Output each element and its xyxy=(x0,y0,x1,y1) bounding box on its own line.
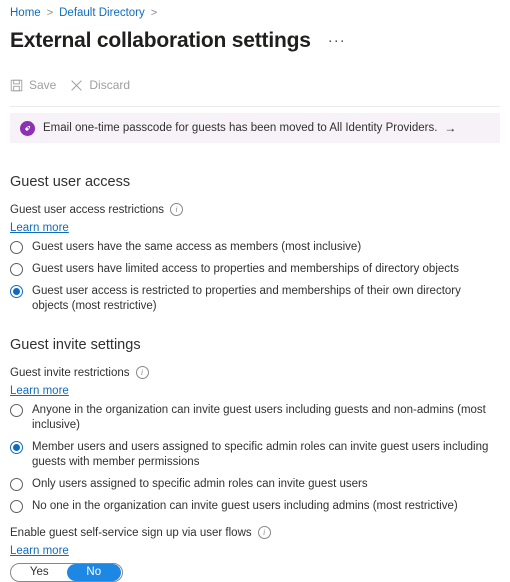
radio-icon-selected[interactable] xyxy=(10,441,23,454)
radio-option-guest-limited-access[interactable]: Guest users have limited access to prope… xyxy=(10,262,500,277)
more-options-icon[interactable]: ··· xyxy=(325,33,349,48)
arrow-right-icon[interactable]: → xyxy=(444,121,456,135)
close-x-icon xyxy=(70,79,83,92)
field-label-text: Enable guest self-service sign up via us… xyxy=(10,526,252,539)
radio-label: Guest users have limited access to prope… xyxy=(32,263,459,275)
radio-option-invite-member-users[interactable]: Member users and users assigned to speci… xyxy=(10,440,500,470)
breadcrumb-separator-icon: > xyxy=(150,7,158,19)
field-label-guest-invite-restrictions: Guest invite restrictions i xyxy=(10,366,500,379)
breadcrumb-separator-icon: > xyxy=(46,7,54,19)
info-banner-text: Email one-time passcode for guests has b… xyxy=(43,122,438,134)
radio-option-invite-anyone[interactable]: Anyone in the organization can invite gu… xyxy=(10,403,500,433)
radio-label: Member users and users assigned to speci… xyxy=(32,441,489,468)
breadcrumb-item-home[interactable]: Home xyxy=(10,7,41,19)
radio-option-invite-no-one[interactable]: No one in the organization can invite gu… xyxy=(10,499,500,514)
radio-group-guest-invite: Anyone in the organization can invite gu… xyxy=(10,403,500,514)
field-label-guest-user-access-restrictions: Guest user access restrictions i xyxy=(10,203,500,216)
breadcrumb-item-default-directory[interactable]: Default Directory xyxy=(59,7,145,19)
breadcrumb: Home > Default Directory > xyxy=(0,0,510,22)
external-collaboration-settings-page: Home > Default Directory > External coll… xyxy=(0,0,510,582)
radio-label: Anyone in the organization can invite gu… xyxy=(32,404,486,431)
page-title: External collaboration settings xyxy=(10,29,311,52)
title-row: External collaboration settings ··· xyxy=(0,22,510,57)
toggle-option-yes[interactable]: Yes xyxy=(12,564,67,581)
self-service-signup-toggle[interactable]: Yes No xyxy=(10,563,123,582)
radio-label: No one in the organization can invite gu… xyxy=(32,500,458,512)
toggle-option-no[interactable]: No xyxy=(66,564,121,581)
info-banner[interactable]: Email one-time passcode for guests has b… xyxy=(10,113,500,143)
radio-icon[interactable] xyxy=(10,263,23,276)
command-bar: Save Discard xyxy=(0,70,510,100)
radio-icon[interactable] xyxy=(10,241,23,254)
field-label-text: Guest user access restrictions xyxy=(10,203,165,216)
field-label-self-service-signup: Enable guest self-service sign up via us… xyxy=(10,526,500,539)
radio-label: Only users assigned to specific admin ro… xyxy=(32,478,368,490)
toolbar-divider xyxy=(10,106,500,107)
learn-more-link-guest-invite[interactable]: Learn more xyxy=(10,385,69,397)
radio-option-guest-same-access[interactable]: Guest users have the same access as memb… xyxy=(10,240,500,255)
info-circle-icon[interactable]: i xyxy=(135,366,149,379)
settings-content: Guest user access Guest user access rest… xyxy=(0,174,510,582)
section-heading-guest-invite-settings: Guest invite settings xyxy=(10,337,141,353)
field-label-text: Guest invite restrictions xyxy=(10,366,130,379)
save-button[interactable]: Save xyxy=(10,78,56,92)
radio-label: Guest user access is restricted to prope… xyxy=(32,285,461,312)
announcement-icon xyxy=(20,120,35,136)
radio-icon[interactable] xyxy=(10,478,23,491)
discard-button-label: Discard xyxy=(89,78,131,92)
section-heading-guest-user-access: Guest user access xyxy=(10,174,131,190)
learn-more-link-guest-user-access[interactable]: Learn more xyxy=(10,222,69,234)
discard-button[interactable]: Discard xyxy=(70,78,130,92)
radio-icon[interactable] xyxy=(10,500,23,513)
radio-label: Guest users have the same access as memb… xyxy=(32,241,362,253)
save-button-label: Save xyxy=(29,78,57,92)
info-circle-icon[interactable]: i xyxy=(170,203,184,216)
radio-icon[interactable] xyxy=(10,404,23,417)
info-circle-icon[interactable]: i xyxy=(257,526,271,539)
radio-option-guest-restricted-access[interactable]: Guest user access is restricted to prope… xyxy=(10,284,500,314)
learn-more-link-self-service[interactable]: Learn more xyxy=(10,545,69,557)
radio-icon-selected[interactable] xyxy=(10,285,23,298)
save-floppy-icon xyxy=(10,79,23,92)
radio-option-invite-admin-roles[interactable]: Only users assigned to specific admin ro… xyxy=(10,477,500,492)
radio-group-guest-user-access: Guest users have the same access as memb… xyxy=(10,240,500,314)
